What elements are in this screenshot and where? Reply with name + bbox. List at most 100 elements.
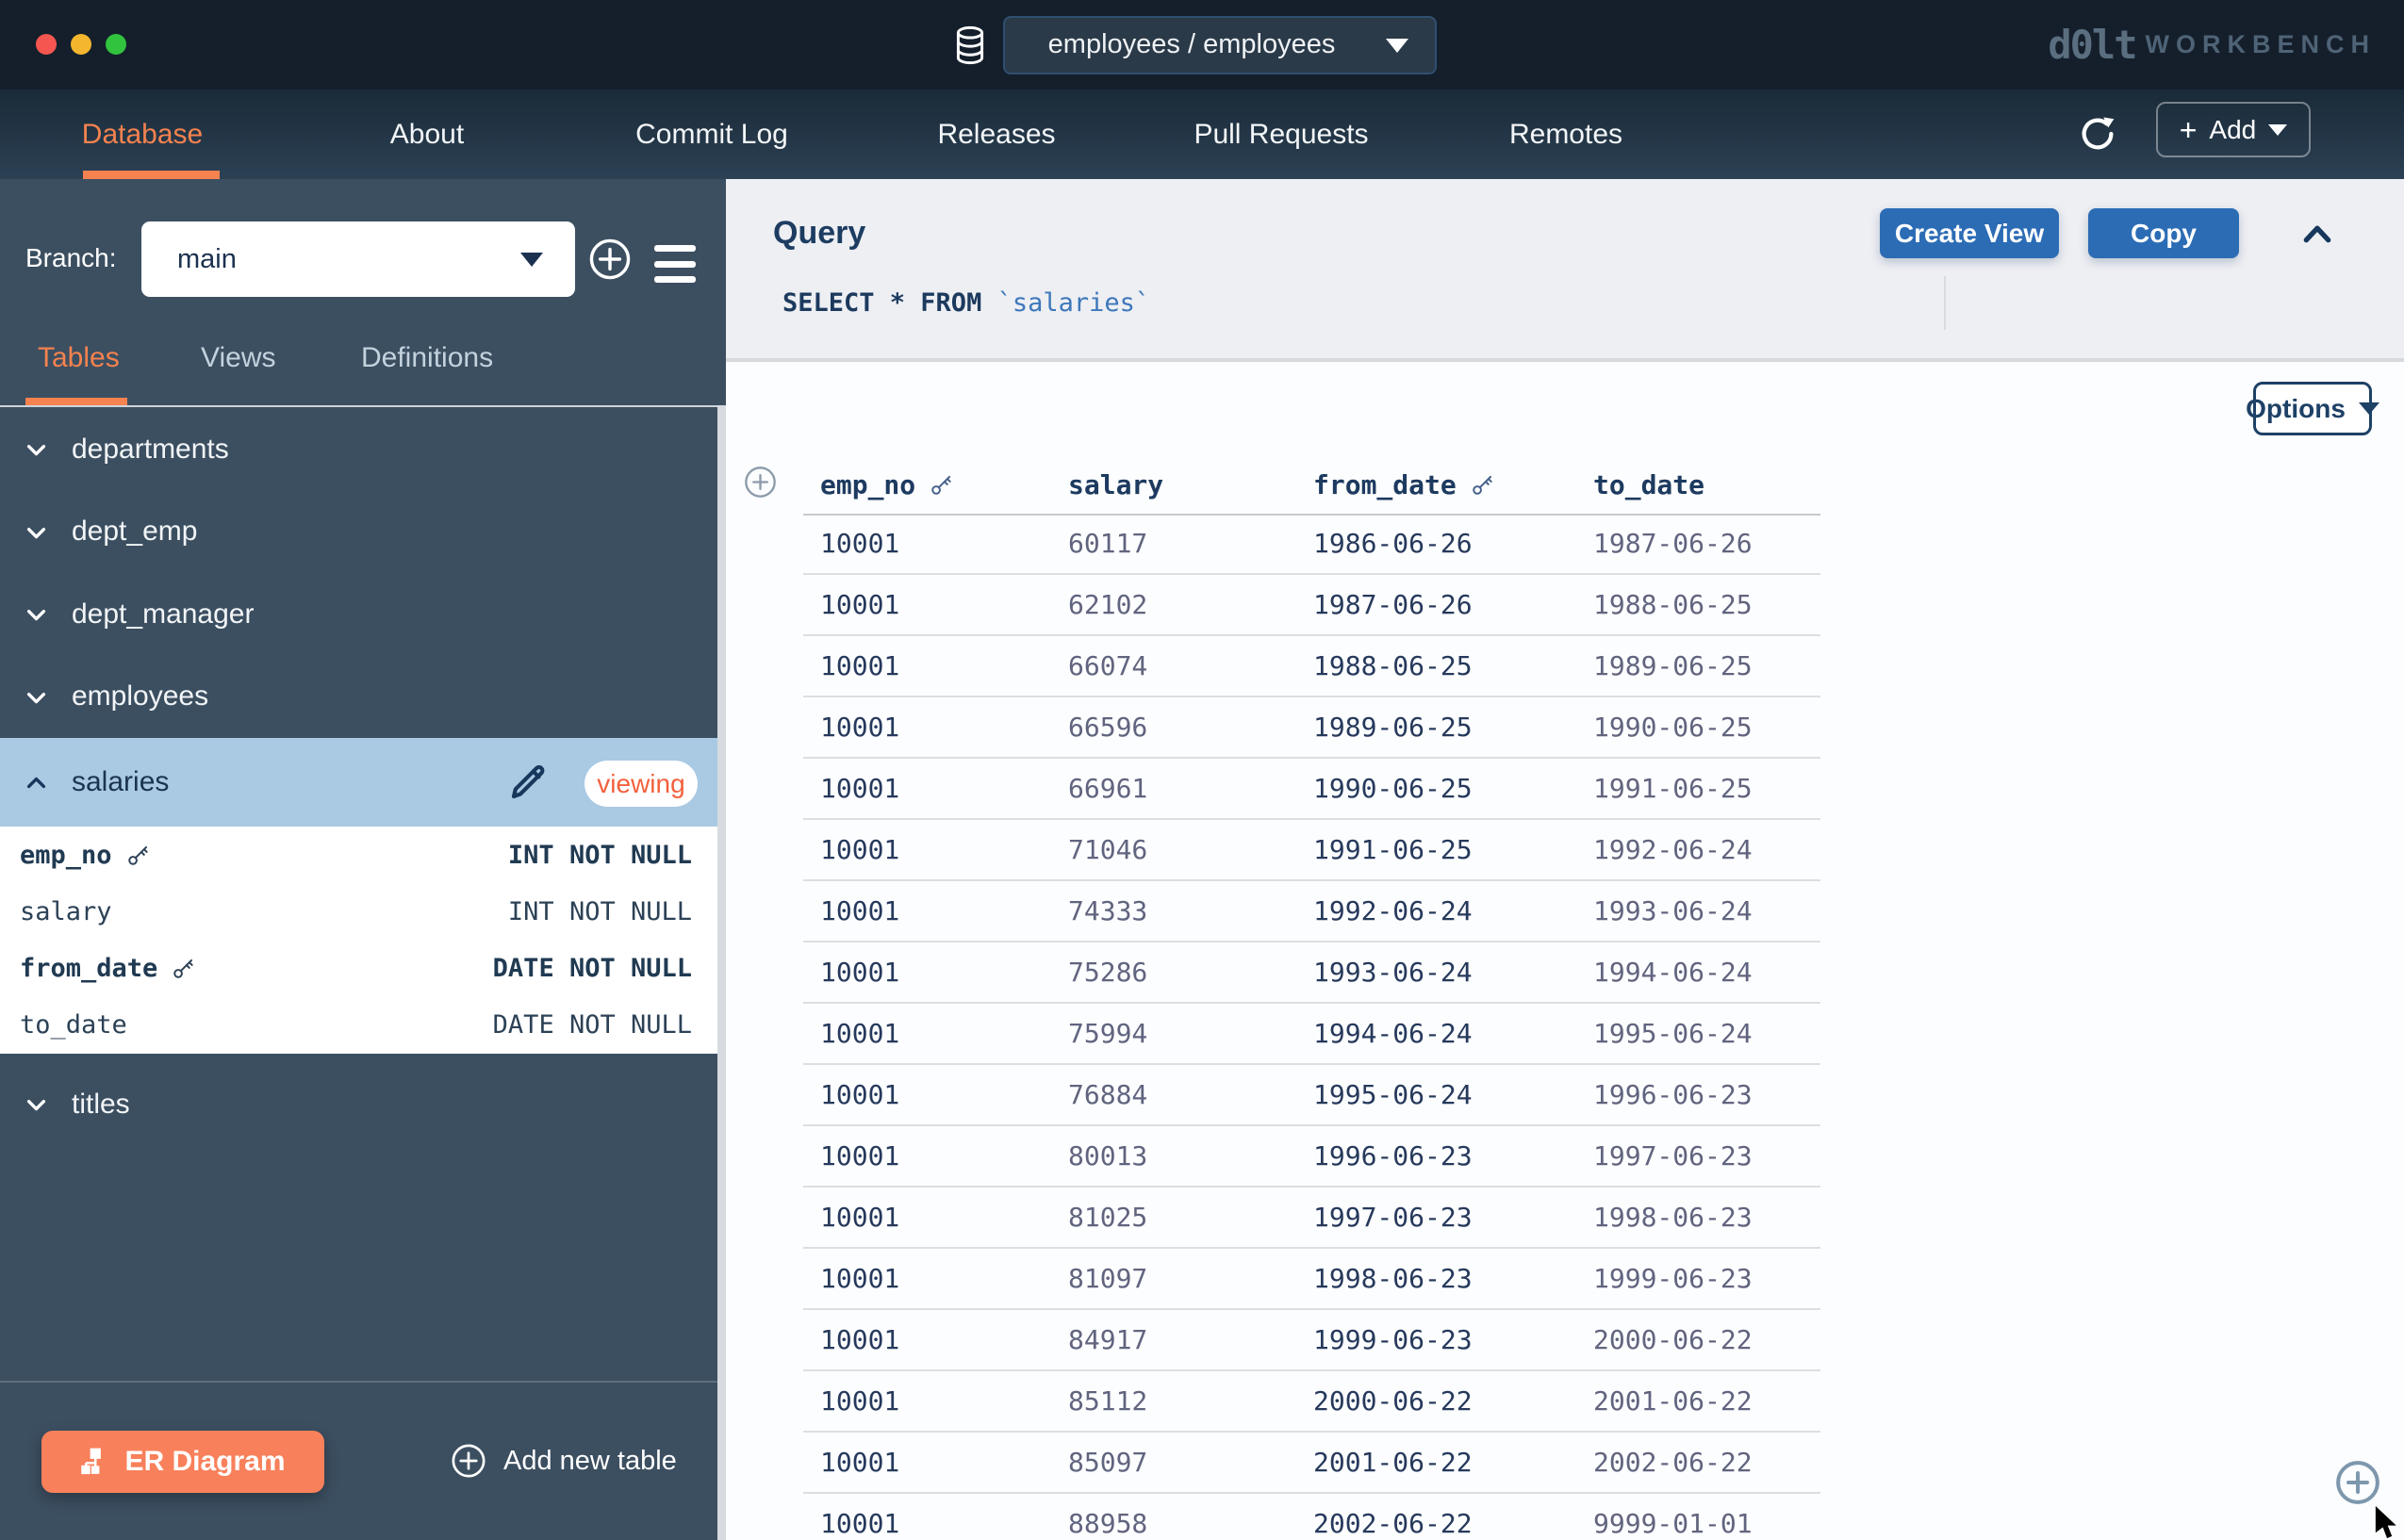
nav-item-commit-log[interactable]: Commit Log — [569, 90, 854, 179]
table-row[interactable]: 10001810251997-06-231998-06-23 — [803, 1188, 1820, 1249]
cell-emp-no[interactable]: 10001 — [803, 589, 1068, 620]
cell-salary[interactable]: 75994 — [1068, 1018, 1313, 1049]
cell-salary[interactable]: 88958 — [1068, 1508, 1313, 1539]
cell-from-date[interactable]: 2002-06-22 — [1313, 1508, 1593, 1539]
table-row[interactable]: 10001660741988-06-251989-06-25 — [803, 636, 1820, 697]
table-row[interactable]: 10001759941994-06-241995-06-24 — [803, 1004, 1820, 1065]
table-row[interactable]: 10001851122000-06-222001-06-22 — [803, 1371, 1820, 1433]
add-fab-plus-circle-button[interactable] — [2334, 1459, 2381, 1506]
branch-select[interactable]: main — [141, 221, 575, 297]
cell-to-date[interactable]: 1998-06-23 — [1593, 1202, 1820, 1233]
cell-emp-no[interactable]: 10001 — [803, 1508, 1068, 1539]
minimize-window-button[interactable] — [71, 34, 91, 55]
nav-item-about[interactable]: About — [285, 90, 569, 179]
table-row[interactable]: 10001768841995-06-241996-06-23 — [803, 1065, 1820, 1126]
cell-from-date[interactable]: 1996-06-23 — [1313, 1140, 1593, 1171]
table-row[interactable]: 10001849171999-06-232000-06-22 — [803, 1310, 1820, 1371]
cell-to-date[interactable]: 1987-06-26 — [1593, 528, 1820, 559]
edit-table-pencil-icon[interactable] — [509, 763, 547, 801]
sidebar-scrollbar[interactable] — [717, 405, 726, 1540]
column-header-to-date[interactable]: to_date — [1593, 469, 1820, 500]
sidebar-table-titles[interactable]: titles — [0, 1063, 726, 1146]
column-header-salary[interactable]: salary — [1068, 469, 1313, 500]
cell-from-date[interactable]: 1992-06-24 — [1313, 895, 1593, 926]
table-row[interactable]: 10001743331992-06-241993-06-24 — [803, 881, 1820, 942]
column-header-emp-no[interactable]: emp_no — [803, 469, 1068, 500]
cell-salary[interactable]: 66074 — [1068, 650, 1313, 681]
add-row-button[interactable] — [744, 466, 777, 499]
cell-from-date[interactable]: 1993-06-24 — [1313, 957, 1593, 988]
cell-salary[interactable]: 71046 — [1068, 834, 1313, 865]
cell-salary[interactable]: 74333 — [1068, 895, 1313, 926]
nav-item-releases[interactable]: Releases — [854, 90, 1139, 179]
cell-salary[interactable]: 60117 — [1068, 528, 1313, 559]
cell-salary[interactable]: 66961 — [1068, 773, 1313, 804]
table-row[interactable]: 10001800131996-06-231997-06-23 — [803, 1126, 1820, 1188]
cell-to-date[interactable]: 1994-06-24 — [1593, 957, 1820, 988]
table-row[interactable]: 10001850972001-06-222002-06-22 — [803, 1433, 1820, 1494]
cell-emp-no[interactable]: 10001 — [803, 1385, 1068, 1417]
tab-views[interactable]: Views — [201, 342, 275, 374]
nav-item-remotes[interactable]: Remotes — [1424, 90, 1708, 179]
cell-salary[interactable]: 84917 — [1068, 1324, 1313, 1355]
cell-from-date[interactable]: 1994-06-24 — [1313, 1018, 1593, 1049]
nav-item-database[interactable]: Database — [0, 90, 285, 179]
cell-to-date[interactable]: 1990-06-25 — [1593, 712, 1820, 743]
add-new-table-button[interactable]: Add new table — [451, 1428, 677, 1494]
cell-to-date[interactable]: 1988-06-25 — [1593, 589, 1820, 620]
cell-emp-no[interactable]: 10001 — [803, 895, 1068, 926]
tab-tables[interactable]: Tables — [38, 342, 120, 374]
cell-from-date[interactable]: 1989-06-25 — [1313, 712, 1593, 743]
sidebar-table-salaries[interactable]: salaries viewing — [0, 738, 726, 827]
cell-to-date[interactable]: 1992-06-24 — [1593, 834, 1820, 865]
cell-from-date[interactable]: 1999-06-23 — [1313, 1324, 1593, 1355]
database-selector[interactable]: employees / employees — [1003, 16, 1437, 74]
nav-item-pull-requests[interactable]: Pull Requests — [1139, 90, 1424, 179]
cell-to-date[interactable]: 1997-06-23 — [1593, 1140, 1820, 1171]
add-button[interactable]: + Add — [2156, 102, 2311, 157]
sidebar-table-employees[interactable]: employees — [0, 656, 726, 739]
collapse-query-chevron-up-icon[interactable] — [2298, 215, 2336, 253]
cell-salary[interactable]: 62102 — [1068, 589, 1313, 620]
sidebar-table-dept-emp[interactable]: dept_emp — [0, 491, 726, 574]
cell-emp-no[interactable]: 10001 — [803, 1324, 1068, 1355]
cell-from-date[interactable]: 1986-06-26 — [1313, 528, 1593, 559]
cell-emp-no[interactable]: 10001 — [803, 1140, 1068, 1171]
cell-salary[interactable]: 66596 — [1068, 712, 1313, 743]
cell-emp-no[interactable]: 10001 — [803, 1018, 1068, 1049]
menu-icon[interactable] — [654, 245, 696, 283]
cell-from-date[interactable]: 2001-06-22 — [1313, 1447, 1593, 1478]
cell-from-date[interactable]: 1995-06-24 — [1313, 1079, 1593, 1110]
sidebar-table-dept-manager[interactable]: dept_manager — [0, 573, 726, 656]
cell-to-date[interactable]: 1989-06-25 — [1593, 650, 1820, 681]
cell-to-date[interactable]: 1991-06-25 — [1593, 773, 1820, 804]
cell-from-date[interactable]: 1990-06-25 — [1313, 773, 1593, 804]
table-row[interactable]: 10001752861993-06-241994-06-24 — [803, 942, 1820, 1004]
refresh-button[interactable] — [2078, 114, 2117, 154]
cell-to-date[interactable]: 9999-01-01 — [1593, 1508, 1820, 1539]
table-row[interactable]: 10001889582002-06-229999-01-01 — [803, 1494, 1820, 1540]
cell-emp-no[interactable]: 10001 — [803, 1447, 1068, 1478]
cell-emp-no[interactable]: 10001 — [803, 1202, 1068, 1233]
cell-from-date[interactable]: 1988-06-25 — [1313, 650, 1593, 681]
cell-salary[interactable]: 75286 — [1068, 957, 1313, 988]
table-row[interactable]: 10001621021987-06-261988-06-25 — [803, 575, 1820, 636]
cell-from-date[interactable]: 1998-06-23 — [1313, 1263, 1593, 1294]
cell-emp-no[interactable]: 10001 — [803, 650, 1068, 681]
sidebar-table-departments[interactable]: departments — [0, 408, 726, 491]
cell-from-date[interactable]: 2000-06-22 — [1313, 1385, 1593, 1417]
close-window-button[interactable] — [36, 34, 57, 55]
maximize-window-button[interactable] — [106, 34, 126, 55]
cell-from-date[interactable]: 1987-06-26 — [1313, 589, 1593, 620]
cell-salary[interactable]: 81097 — [1068, 1263, 1313, 1294]
copy-button[interactable]: Copy — [2088, 208, 2239, 258]
cell-salary[interactable]: 81025 — [1068, 1202, 1313, 1233]
cell-to-date[interactable]: 1999-06-23 — [1593, 1263, 1820, 1294]
cell-salary[interactable]: 85097 — [1068, 1447, 1313, 1478]
cell-to-date[interactable]: 2002-06-22 — [1593, 1447, 1820, 1478]
cell-to-date[interactable]: 1995-06-24 — [1593, 1018, 1820, 1049]
create-view-button[interactable]: Create View — [1880, 208, 2059, 258]
cell-emp-no[interactable]: 10001 — [803, 528, 1068, 559]
new-branch-button[interactable] — [588, 238, 632, 281]
table-row[interactable]: 10001710461991-06-251992-06-24 — [803, 820, 1820, 881]
